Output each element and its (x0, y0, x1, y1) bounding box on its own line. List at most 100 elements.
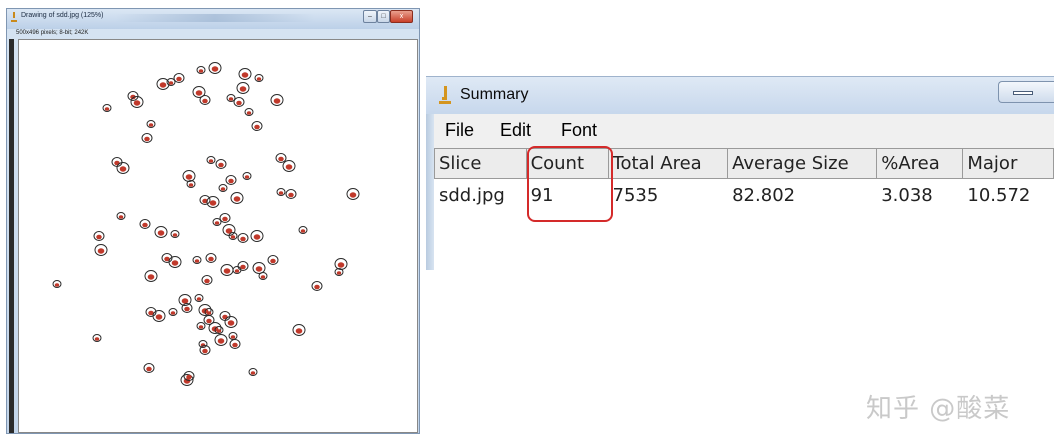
window-edge (9, 39, 14, 433)
particle-outline (248, 368, 258, 376)
particle-outline (236, 82, 250, 94)
column-header-major[interactable]: Major (962, 148, 1054, 179)
particle-outline (199, 195, 211, 205)
particle-outline (94, 244, 108, 256)
particle-outline (92, 334, 102, 342)
particle-outline (198, 340, 208, 348)
particle-outline (206, 196, 220, 208)
particle-outline (206, 156, 216, 164)
particle-outline (219, 311, 231, 321)
watermark: 知乎 @酸菜 (866, 394, 1011, 424)
particle-outline (285, 189, 297, 199)
particle-outline (116, 212, 126, 220)
particle-outline (219, 213, 231, 223)
particle-outline (282, 160, 296, 172)
image-info: 500x496 pixels; 8-bit; 242K (16, 30, 89, 36)
particle-outline (196, 66, 206, 74)
microscope-icon (439, 86, 451, 104)
particle-outline (139, 219, 151, 229)
particle-outline (168, 256, 182, 268)
menu-font[interactable]: Font (561, 120, 597, 141)
particle-outline (242, 172, 252, 180)
menu-bar: File Edit Font (434, 114, 1054, 148)
particle-outline (208, 62, 222, 74)
particle-outline (141, 133, 153, 143)
particle-outline (228, 332, 238, 340)
particle-outline (146, 120, 156, 128)
particle-outline (250, 230, 264, 242)
particle-outline (154, 226, 168, 238)
column-header-total-area[interactable]: Total Area (607, 148, 729, 179)
particle-outline (194, 294, 204, 302)
menu-edit[interactable]: Edit (500, 120, 531, 141)
particle-outline (252, 262, 266, 274)
drawing-window-title: Drawing of sdd.jpg (125%) (21, 12, 104, 19)
particle-outline (173, 73, 185, 83)
particle-outline (127, 91, 139, 101)
column-header-average-size[interactable]: Average Size (727, 148, 878, 179)
particle-outline (258, 272, 268, 280)
microscope-icon (11, 12, 17, 22)
particle-outline (205, 253, 217, 263)
column-header-percent-area[interactable]: %Area (876, 148, 964, 179)
particle-outline (225, 175, 237, 185)
window-frame-left (426, 114, 434, 270)
particle-outline (152, 310, 166, 322)
particle-outline (215, 159, 227, 169)
particle-outline (254, 74, 264, 82)
cell-percent-area[interactable]: 3.038 (877, 179, 963, 212)
particle-outline (244, 108, 254, 116)
particle-outline (230, 192, 244, 204)
minimize-button[interactable]: – (363, 10, 377, 23)
particle-outline (251, 121, 263, 131)
particle-outline (218, 184, 228, 192)
particle-outline (116, 162, 130, 174)
window-controls: – □ x (363, 10, 413, 23)
particle-outline (214, 334, 228, 346)
particle-outline (276, 188, 286, 196)
particle-drawing (52, 62, 360, 386)
particle-outline (201, 275, 213, 285)
close-button[interactable]: x (390, 10, 413, 23)
particle-outline (334, 258, 348, 270)
summary-window: Summary File Edit Font Slice Count Total… (426, 76, 1054, 270)
particle-outline (196, 322, 206, 330)
summary-minimize-button[interactable] (998, 81, 1054, 103)
particle-outline (168, 308, 178, 316)
drawing-canvas[interactable] (18, 39, 418, 433)
particle-outline (311, 281, 323, 291)
summary-window-title: Summary (460, 86, 529, 103)
maximize-button[interactable]: □ (377, 10, 390, 23)
particle-outline (111, 157, 123, 167)
particle-outline (143, 363, 155, 373)
particle-outline (183, 371, 195, 381)
particle-outline (199, 95, 211, 105)
count-highlight-box (527, 146, 613, 222)
cell-average-size[interactable]: 82.802 (728, 179, 877, 212)
drawing-titlebar[interactable]: Drawing of sdd.jpg (125%) – □ x (7, 9, 419, 29)
particle-outline (233, 97, 245, 107)
cell-slice[interactable]: sdd.jpg (435, 179, 527, 212)
particle-outline (237, 233, 249, 243)
particle-outline (182, 170, 196, 182)
particle-outline (270, 94, 284, 106)
column-header-slice[interactable]: Slice (434, 148, 527, 179)
particle-outline (346, 188, 360, 200)
particle-outline (220, 264, 234, 276)
particle-outline (292, 324, 306, 336)
particle-outline (192, 256, 202, 264)
particle-outline (229, 339, 241, 349)
cell-major[interactable]: 10.572 (963, 179, 1054, 212)
particle-outline (52, 280, 62, 288)
menu-file[interactable]: File (445, 120, 474, 141)
particle-outline (93, 231, 105, 241)
particle-outline (222, 224, 236, 236)
drawing-window: Drawing of sdd.jpg (125%) – □ x 500x496 … (6, 8, 420, 434)
particle-outline (237, 261, 249, 271)
cell-total-area[interactable]: 7535 (608, 179, 728, 212)
particle-outline (224, 316, 238, 328)
particle-outline (170, 230, 180, 238)
summary-titlebar[interactable]: Summary (426, 76, 1054, 115)
blurred-title-region (115, 14, 315, 22)
particle-outline (102, 104, 112, 112)
